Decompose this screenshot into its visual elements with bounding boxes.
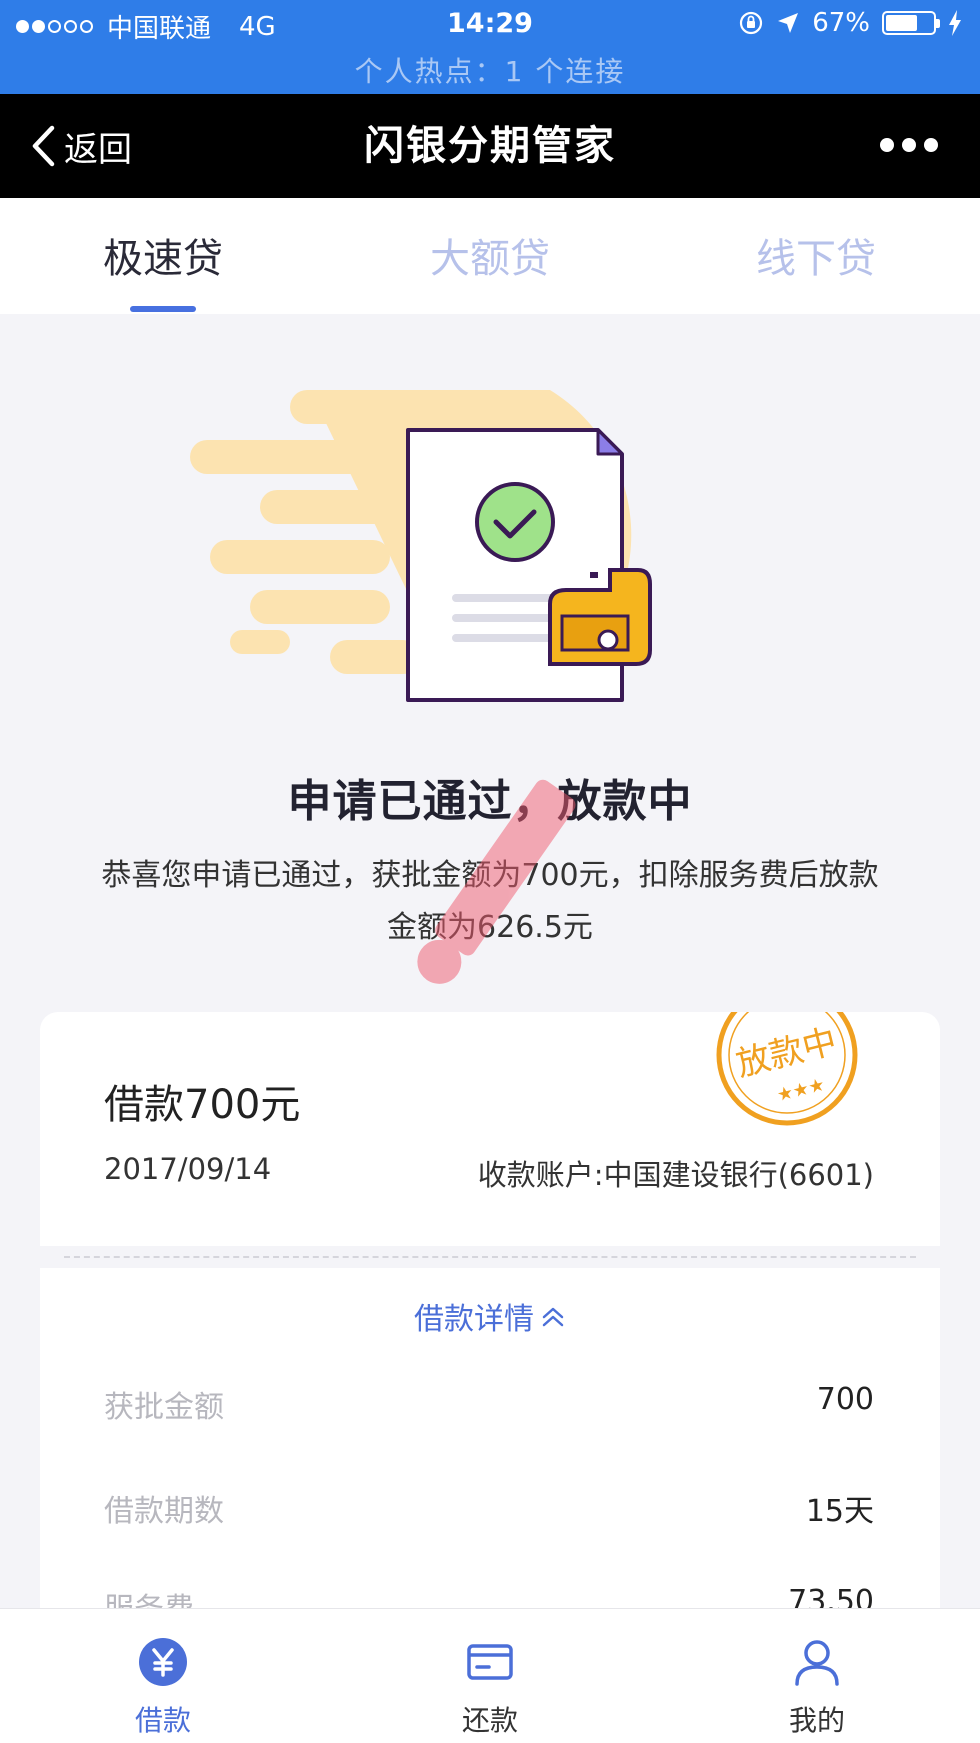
tab-label: 我的 xyxy=(788,1704,845,1737)
details-toggle-label: 借款详情 xyxy=(414,1302,534,1337)
tab-large-loan[interactable]: 大额贷 xyxy=(360,198,620,314)
approved-document-illustration xyxy=(190,390,652,702)
loan-details-panel: 借款详情 获批金额 700 借款期数 15天 服务费 73.50 xyxy=(40,1268,940,1608)
loan-type-tabs: 极速贷 大额贷 线下贷 xyxy=(0,198,980,314)
result-headline: 申请已通过，放款中 xyxy=(287,776,693,827)
more-dots-icon xyxy=(880,138,894,152)
detail-row-loan-term: 借款期数 15天 xyxy=(104,1486,874,1529)
bottom-tab-bar: 借款 还款 我的 xyxy=(0,1608,980,1743)
location-arrow-icon xyxy=(778,13,799,33)
detail-label: 借款期数 xyxy=(104,1494,224,1529)
charging-bolt-icon xyxy=(949,10,961,36)
card-divider xyxy=(40,1246,940,1268)
rotation-lock-icon xyxy=(740,11,763,35)
tab-label: 还款 xyxy=(461,1704,518,1737)
detail-label: 获批金额 xyxy=(104,1390,224,1425)
tab-offline-loan[interactable]: 线下贷 xyxy=(686,198,946,314)
loan-amount-title: 借款700元 xyxy=(104,1082,301,1128)
hotspot-banner[interactable]: 个人热点：1 个连接 xyxy=(0,50,980,90)
tab-mine[interactable]: 我的 xyxy=(717,1609,917,1743)
loan-date: 2017/09/14 xyxy=(104,1152,272,1186)
tab-label: 借款 xyxy=(134,1704,191,1737)
yen-icon xyxy=(139,1638,187,1686)
loan-details-toggle[interactable]: 借款详情 xyxy=(40,1294,940,1338)
active-tab-indicator xyxy=(130,306,196,312)
status-bar: 中国联通 4G 14:29 67% 个人热点：1 个连接 xyxy=(0,0,980,94)
page-title: 闪银分期管家 xyxy=(364,123,616,169)
tab-express-loan[interactable]: 极速贷 xyxy=(33,198,293,314)
disbursing-stamp-icon: 放款中 ★★★ xyxy=(716,1012,858,1126)
detail-label: 服务费 xyxy=(104,1584,194,1608)
result-description: 恭喜您申请已通过，获批金额为700元，扣除服务费后放款金额为626.5元 xyxy=(101,858,879,945)
svg-text:★★★: ★★★ xyxy=(775,1074,827,1106)
tab-repay[interactable]: 还款 xyxy=(390,1609,590,1743)
nav-bar: 返回 闪银分期管家 xyxy=(0,94,980,198)
battery-percent: 67% xyxy=(812,8,870,38)
tab-borrow[interactable]: 借款 xyxy=(63,1609,263,1743)
detail-value: 73.50 xyxy=(788,1584,874,1608)
more-menu-button[interactable] xyxy=(880,138,938,152)
receiving-account: 收款账户:中国建设银行(6601) xyxy=(477,1158,874,1192)
detail-value: 700 xyxy=(816,1382,874,1417)
detail-row-approved-amount: 获批金额 700 xyxy=(104,1382,874,1425)
battery-icon xyxy=(882,11,940,35)
loan-card: 借款700元 2017/09/14 收款账户:中国建设银行(6601) 放款中 … xyxy=(40,1012,940,1246)
card-icon xyxy=(467,1644,513,1680)
stamp-text: 放款中 xyxy=(732,1021,841,1084)
detail-row-service-fee: 服务费 73.50 xyxy=(104,1584,874,1608)
user-icon xyxy=(795,1640,839,1686)
double-chevron-up-icon xyxy=(542,1307,564,1327)
detail-value: 15天 xyxy=(805,1494,874,1529)
